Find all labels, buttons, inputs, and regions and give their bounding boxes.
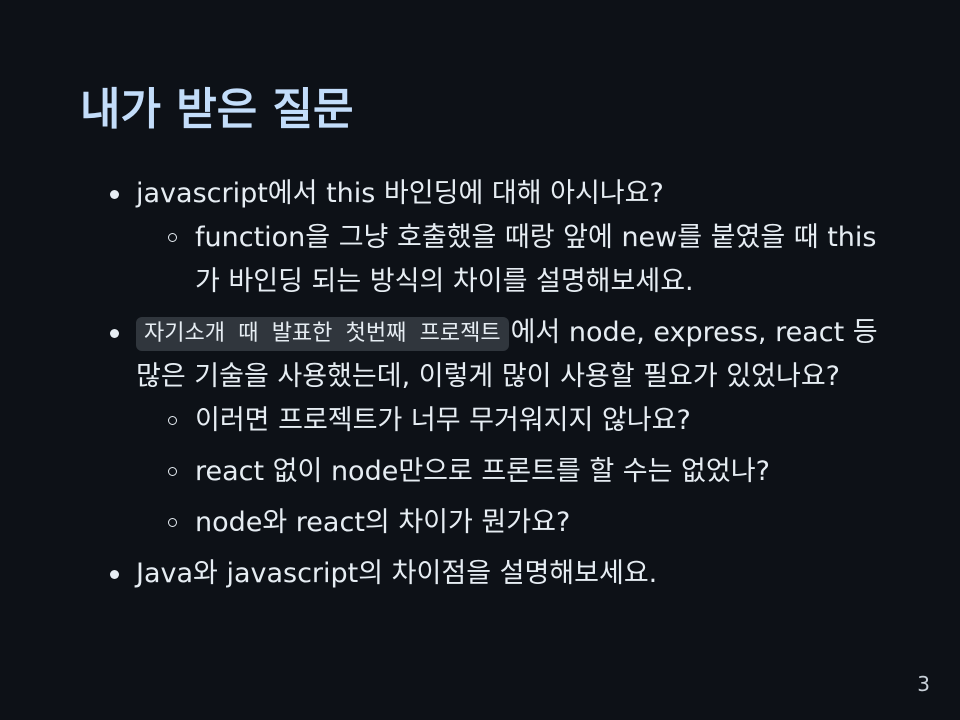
question-item: javascript에서 this 바인딩에 대해 아시나요? function… <box>108 172 898 304</box>
sub-question-item: 이러면 프로젝트가 너무 무거워지지 않나요? <box>136 399 898 443</box>
inline-code: 자기소개 때 발표한 첫번째 프로젝트 <box>136 317 509 351</box>
page-number: 3 <box>917 672 930 696</box>
sub-question-item: node와 react의 차이가 뭔가요? <box>136 501 898 545</box>
slide-content: javascript에서 this 바인딩에 대해 아시나요? function… <box>108 172 898 602</box>
sub-question-item: function을 그냥 호출했을 때랑 앞에 new를 붙였을 때 this가… <box>136 216 898 304</box>
question-item: 자기소개 때 발표한 첫번째 프로젝트 에서 node, express, rea… <box>108 311 898 545</box>
sub-question-list: 이러면 프로젝트가 너무 무거워지지 않나요? react 없이 node만으로… <box>136 399 898 545</box>
slide-title: 내가 받은 질문 <box>80 84 354 135</box>
question-text: Java와 javascript의 차이점을 설명해보세요. <box>136 558 658 589</box>
question-list: javascript에서 this 바인딩에 대해 아시나요? function… <box>108 172 898 596</box>
question-text: javascript에서 this 바인딩에 대해 아시나요? <box>136 178 664 209</box>
sub-question-list: function을 그냥 호출했을 때랑 앞에 new를 붙였을 때 this가… <box>136 216 898 304</box>
question-item: Java와 javascript의 차이점을 설명해보세요. <box>108 552 898 596</box>
sub-question-item: react 없이 node만으로 프론트를 할 수는 없었나? <box>136 450 898 494</box>
slide: 내가 받은 질문 javascript에서 this 바인딩에 대해 아시나요?… <box>0 0 960 720</box>
